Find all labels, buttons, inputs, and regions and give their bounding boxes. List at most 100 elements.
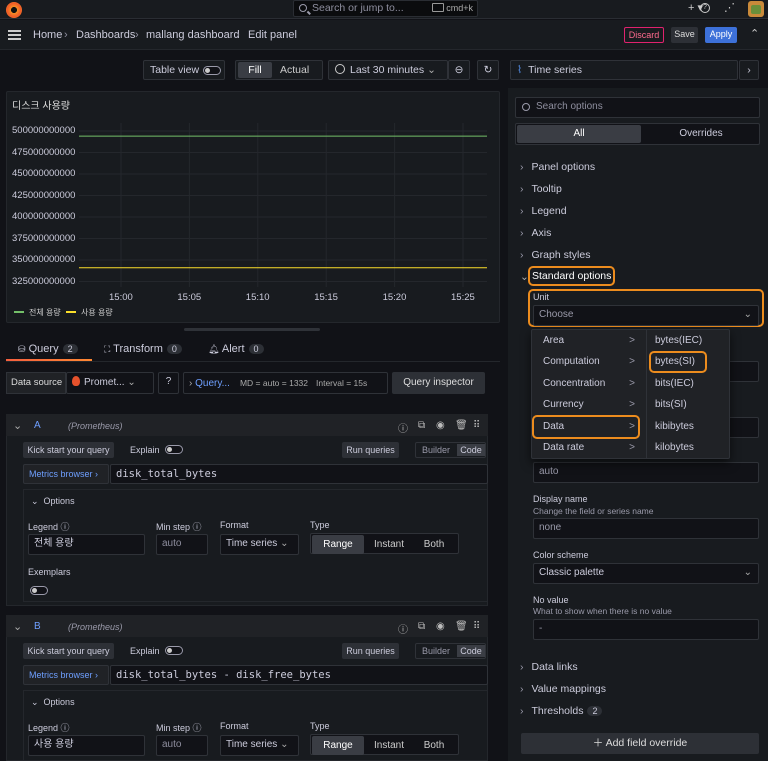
unit-category-item[interactable]: Area > [543, 335, 635, 346]
search-options-input[interactable]: Search options [515, 97, 760, 118]
min-step-label: Min step ⓘ [156, 522, 202, 532]
drag-handle-icon[interactable]: ⠿ [473, 420, 480, 431]
unit-option-item[interactable]: kibibytes [655, 421, 694, 432]
drag-handle-icon[interactable]: ⠿ [473, 621, 480, 632]
eye-icon[interactable]: ◉ [436, 420, 445, 431]
unit-option-item[interactable]: bytes(IEC) [655, 335, 702, 346]
section-tooltip[interactable]: Tooltip [520, 183, 562, 195]
section-thresholds[interactable]: Thresholds2 [520, 705, 603, 717]
type-instant[interactable]: Instant [365, 736, 413, 755]
eye-icon[interactable]: ◉ [436, 621, 445, 632]
explain-toggle[interactable] [165, 445, 183, 454]
format-label: Format [220, 721, 249, 731]
section-standard-options[interactable]: Standard options [532, 270, 611, 282]
chevron-right-icon: > [629, 377, 635, 389]
decimals-input[interactable]: auto [533, 462, 759, 483]
chevron-right-icon: > [629, 442, 635, 453]
display-name-input[interactable]: none [533, 518, 759, 539]
unit-category-item[interactable]: Computation > [543, 356, 635, 367]
bell-icon: 🔔︎ [208, 344, 220, 354]
run-queries-button[interactable]: Run queries [342, 442, 399, 458]
section-value-mappings[interactable]: Value mappings [520, 683, 607, 695]
legend-input[interactable]: 전체 용량 [28, 534, 145, 555]
explain-toggle[interactable] [165, 646, 183, 655]
no-value-input[interactable]: - [533, 619, 759, 640]
run-queries-button[interactable]: Run queries [342, 643, 399, 659]
collapse-icon[interactable]: ⌄ [13, 620, 22, 633]
no-value-desc: What to show when there is no value [533, 606, 672, 616]
tab-alert[interactable]: 🔔︎ Alert 0 [208, 343, 264, 355]
trash-icon[interactable]: 🗑︎ [455, 621, 468, 632]
type-both[interactable]: Both [413, 736, 455, 755]
unit-option-item[interactable]: bits(IEC) [655, 378, 694, 389]
help-icon[interactable]: ? [158, 372, 179, 394]
legend-input[interactable]: 사용 용량 [28, 735, 145, 756]
chevron-down-icon: ⌄ [280, 739, 289, 750]
legend-swatch [14, 311, 24, 313]
query-inspector-button[interactable]: Query inspector [392, 372, 485, 394]
data-source-picker[interactable]: Promet... ⌄ [66, 372, 154, 394]
query-source: (Prometheus) [68, 622, 123, 632]
metrics-browser-button[interactable]: Metrics browser › [23, 665, 109, 685]
kick-start-button[interactable]: Kick start your query [23, 442, 114, 458]
add-field-override-button[interactable]: ＋ Add field override [521, 733, 759, 754]
kick-start-button[interactable]: Kick start your query [23, 643, 114, 659]
code-option[interactable]: Code [457, 645, 485, 657]
query-letter[interactable]: A [34, 420, 41, 431]
query-expression-input[interactable]: disk_total_bytes - disk_free_bytes [110, 665, 488, 685]
chevron-down-icon: ⌄ [743, 567, 752, 578]
section-data-links[interactable]: Data links [520, 661, 578, 673]
min-step-input[interactable]: auto [156, 735, 208, 756]
tab-transform[interactable]: ⛶ Transform 0 [104, 343, 182, 355]
legend-item[interactable]: 전체 용량 [14, 307, 61, 318]
type-both[interactable]: Both [413, 535, 455, 554]
section-panel-options[interactable]: Panel options [520, 161, 596, 173]
options-toggle[interactable]: ⌄ Options [31, 496, 75, 507]
metrics-browser-button[interactable]: Metrics browser › [23, 464, 109, 484]
format-select[interactable]: Time series ⌄ [220, 735, 299, 756]
type-instant[interactable]: Instant [365, 535, 413, 554]
query-expression-input[interactable]: disk_total_bytes [110, 464, 488, 484]
builder-option[interactable]: Builder [422, 443, 450, 457]
help-icon[interactable]: ⓘ [398, 420, 408, 435]
duplicate-icon[interactable]: ⧉ [418, 621, 425, 632]
type-range[interactable]: Range [312, 736, 364, 755]
display-name-desc: Change the field or series name [533, 506, 654, 516]
trash-icon[interactable]: 🗑︎ [455, 420, 468, 431]
exemplars-label: Exemplars [28, 567, 71, 577]
tab-overrides[interactable]: Overrides [642, 125, 760, 143]
help-icon[interactable]: ⓘ [398, 621, 408, 636]
min-step-label: Min step ⓘ [156, 723, 202, 733]
tab-all[interactable]: All [517, 125, 641, 143]
code-option[interactable]: Code [457, 444, 485, 456]
min-step-input[interactable]: auto [156, 534, 208, 555]
legend-item[interactable]: 사용 용량 [66, 307, 113, 318]
unit-category-item[interactable]: Concentration > [543, 378, 635, 389]
builder-option[interactable]: Builder [422, 644, 450, 658]
section-graph-styles[interactable]: Graph styles [520, 249, 591, 261]
type-range[interactable]: Range [312, 535, 364, 554]
duplicate-icon[interactable]: ⧉ [418, 420, 425, 431]
section-legend[interactable]: Legend [520, 205, 567, 217]
unit-option-item[interactable]: kilobytes [655, 442, 694, 453]
type-label: Type [310, 721, 330, 731]
color-scheme-select[interactable]: Classic palette ⌄ [533, 563, 759, 584]
tab-query[interactable]: ⛁ Query 2 [18, 343, 78, 355]
unit-option-item[interactable]: bits(SI) [655, 399, 687, 410]
prometheus-icon [72, 376, 80, 386]
options-toggle[interactable]: ⌄ Options [31, 697, 75, 708]
format-label: Format [220, 520, 249, 530]
unit-select[interactable]: Choose ⌄ [533, 305, 759, 326]
unit-category-item[interactable]: Currency > [543, 399, 635, 410]
editor-mode-toggle: Builder Code [415, 442, 486, 458]
format-select[interactable]: Time series ⌄ [220, 534, 299, 555]
resize-handle[interactable] [184, 328, 320, 331]
collapse-icon[interactable]: ⌄ [13, 419, 22, 432]
section-axis[interactable]: Axis [520, 227, 552, 239]
no-value-label: No value [533, 595, 569, 605]
query-letter[interactable]: B [34, 621, 41, 632]
exemplars-toggle[interactable] [30, 586, 48, 595]
query-options[interactable]: › Query... MD = auto = 1332 Interval = 15s [183, 372, 388, 394]
search-icon [522, 103, 530, 111]
unit-category-item[interactable]: Data rate > [543, 442, 635, 453]
